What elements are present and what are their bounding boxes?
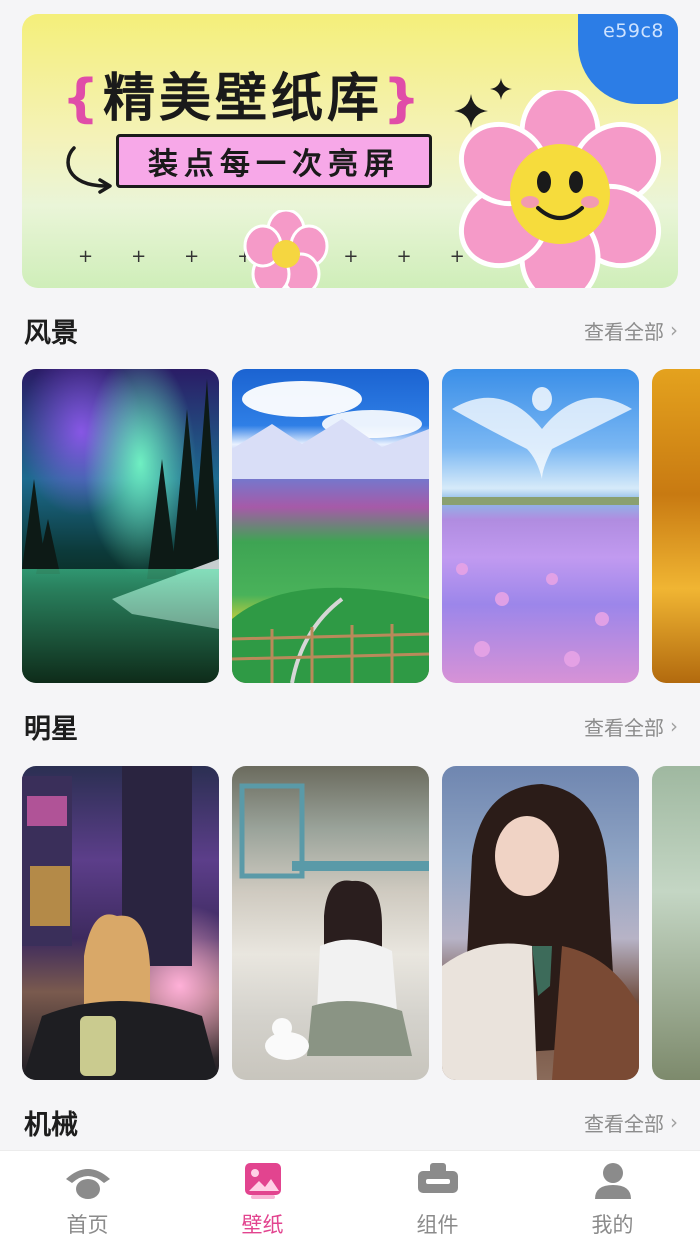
chevron-right-icon: ›: [670, 714, 678, 738]
wallpaper-card-lavender-field[interactable]: [442, 369, 639, 683]
view-all-label: 查看全部: [584, 715, 664, 740]
wallpaper-card-autumn-leaves[interactable]: [652, 369, 700, 683]
widget-icon: [417, 1163, 458, 1193]
section-header-scenery: 风景 查看全部 ›: [24, 310, 678, 350]
wallpaper-card-mountain-meadow[interactable]: [232, 369, 429, 683]
tab-home[interactable]: 首页: [0, 1161, 175, 1241]
scenery-carousel[interactable]: [22, 369, 700, 685]
wallpaper-icon: [244, 1163, 281, 1199]
anime-girl-scene: [239, 783, 429, 1060]
view-all-label: 查看全部: [584, 319, 664, 344]
tab-label: 我的: [591, 1213, 634, 1237]
wallpaper-card-anime-girl-cat[interactable]: [232, 766, 429, 1080]
pine-trees-silhouette: [22, 379, 219, 683]
wallpaper-card-city-night-portrait[interactable]: [22, 766, 219, 1080]
home-icon: [65, 1169, 110, 1199]
banner-title-text: 精美壁纸库: [103, 69, 384, 129]
smiley-flower-icon: [458, 90, 662, 288]
view-all-link[interactable]: 查看全部 ›: [584, 1108, 678, 1137]
curved-arrow-icon: [66, 146, 112, 194]
city-portrait-scene: [22, 766, 219, 1080]
celebrity-carousel[interactable]: [22, 766, 700, 1082]
wallpaper-card-green-portrait[interactable]: [652, 766, 700, 1080]
banner-title: {精美壁纸库}: [62, 56, 424, 131]
section-header-mechanical: 机械 查看全部 ›: [24, 1102, 678, 1142]
tab-label: 组件: [416, 1213, 459, 1237]
chevron-right-icon: ›: [670, 1110, 678, 1134]
view-all-link[interactable]: 查看全部 ›: [584, 316, 678, 345]
brace-left-icon: {: [62, 69, 104, 129]
section-title: 机械: [24, 1109, 78, 1141]
tab-wallpaper[interactable]: 壁纸: [175, 1161, 350, 1241]
tab-profile[interactable]: 我的: [525, 1161, 700, 1241]
brace-right-icon: }: [383, 69, 425, 129]
bottom-tab-bar: 首页 壁纸 组件 我的: [0, 1150, 700, 1244]
wallpaper-card-girl-portrait[interactable]: [442, 766, 639, 1080]
section-title: 风景: [24, 317, 78, 349]
view-all-link[interactable]: 查看全部 ›: [584, 712, 678, 741]
profile-icon: [594, 1163, 631, 1199]
tab-widgets[interactable]: 组件: [350, 1161, 525, 1241]
small-flower-icon: [243, 210, 329, 288]
girl-portrait-scene: [442, 784, 639, 1080]
wallpaper-card-aurora-lake[interactable]: [22, 369, 219, 683]
tab-label: 首页: [66, 1213, 109, 1237]
tab-label: 壁纸: [241, 1213, 284, 1237]
banner-tag: e59c8: [603, 20, 664, 42]
meadow-scene: [232, 381, 429, 683]
chevron-right-icon: ›: [670, 318, 678, 342]
view-all-label: 查看全部: [584, 1111, 664, 1136]
angel-cloud-scene: [442, 387, 639, 667]
section-header-celebrity: 明星 查看全部 ›: [24, 706, 678, 746]
banner-subtitle: 装点每一次亮屏: [116, 134, 432, 188]
section-title: 明星: [24, 713, 78, 745]
hero-banner[interactable]: e59c8 {精美壁纸库} 装点每一次亮屏 ++++++++: [22, 14, 678, 288]
